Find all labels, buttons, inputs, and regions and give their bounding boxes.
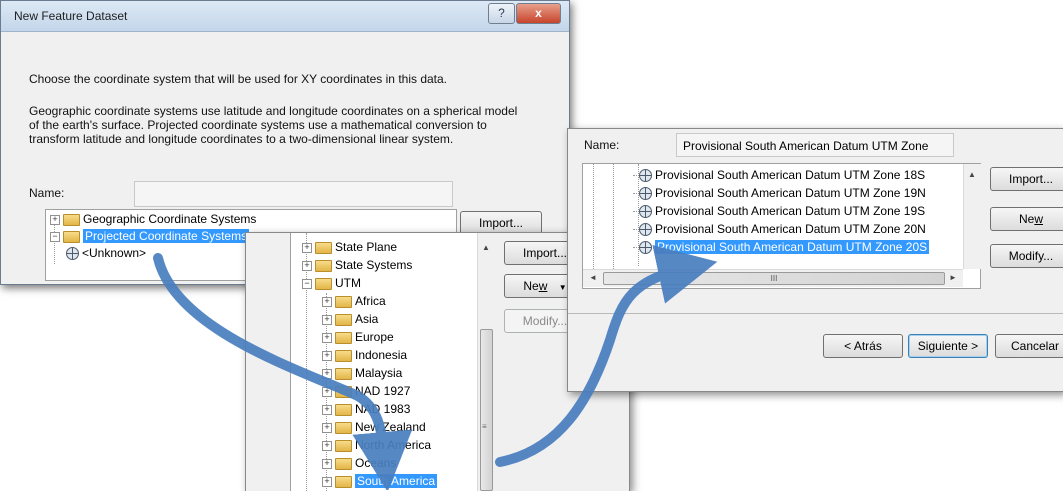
annotation-arrows (153, 244, 718, 490)
arrow-south-america-to-zone (495, 244, 718, 467)
arrow-projected-to-south-america (153, 253, 413, 490)
